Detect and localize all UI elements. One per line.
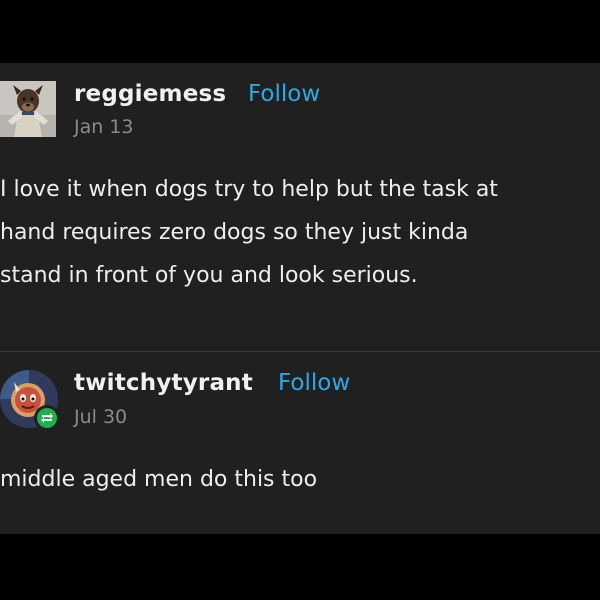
post-body: middle aged men do this too — [0, 458, 317, 501]
dog-avatar-icon — [0, 81, 56, 137]
reblog-badge — [34, 405, 60, 431]
post-body: I love it when dogs try to help but the … — [0, 168, 498, 297]
username[interactable]: twitchytyrant — [74, 370, 253, 396]
post-body-line: hand requires zero dogs so they just kin… — [0, 220, 469, 245]
post-date[interactable]: Jul 30 — [74, 406, 127, 428]
reply-post: twitchytyrant Follow Jul 30 middle aged … — [0, 353, 600, 534]
post-body-line: stand in front of you and look serious. — [0, 263, 418, 288]
divider — [0, 351, 600, 352]
follow-button[interactable]: Follow — [278, 370, 350, 396]
post-body-line: middle aged men do this too — [0, 467, 318, 492]
post-body-line: I love it when dogs try to help but the … — [0, 177, 498, 202]
post-date[interactable]: Jan 13 — [74, 116, 134, 138]
avatar[interactable] — [0, 81, 56, 137]
follow-button[interactable]: Follow — [248, 81, 320, 107]
reblog-badge-fill — [37, 408, 57, 428]
post-thread: reggiemess Follow Jan 13 I love it when … — [0, 63, 600, 534]
username[interactable]: reggiemess — [74, 81, 226, 107]
reblog-icon — [41, 413, 53, 423]
original-post: reggiemess Follow Jan 13 I love it when … — [0, 63, 600, 351]
